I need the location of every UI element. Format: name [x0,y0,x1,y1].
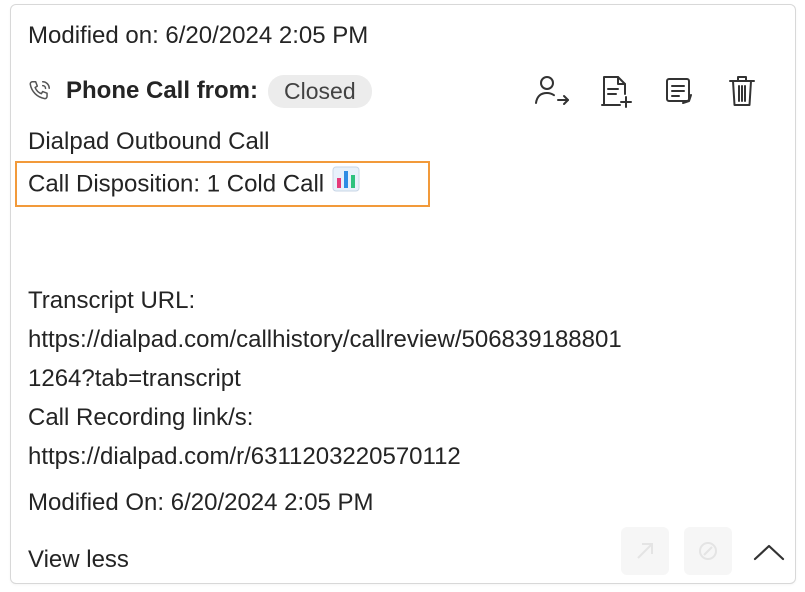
faded-action-button-1[interactable] [621,527,669,575]
add-note-button[interactable] [594,69,638,113]
delete-button[interactable] [720,69,764,113]
modified-on-top: Modified on: 6/20/2024 2:05 PM [28,22,369,49]
phone-call-icon [26,77,54,105]
delete-icon [729,76,755,106]
open-record-button[interactable] [657,69,701,113]
collapse-button[interactable] [749,532,789,572]
transcript-label: Transcript URL: [28,287,196,314]
activity-subject: Dialpad Outbound Call [28,128,270,155]
activity-header: Phone Call from: Closed [26,73,372,109]
recording-url: https://dialpad.com/r/6311203220570112 [28,443,461,470]
transcript-url-line1: https://dialpad.com/callhistory/callrevi… [28,326,622,353]
open-record-icon [666,78,692,104]
add-note-icon [601,76,632,108]
status-badge: Closed [268,74,372,108]
chevron-up-icon [753,544,785,561]
call-disposition: Call Disposition: 1 Cold Call [28,166,360,202]
activity-title: Phone Call from: [66,77,259,104]
transcript-url-line2: 1264?tab=transcript [28,365,241,392]
faded-action-button-2[interactable] [684,527,732,575]
assign-user-icon [535,76,569,105]
view-less-link[interactable]: View less [28,545,129,575]
activity-card: Modified on: 6/20/2024 2:05 PM Phone Cal… [10,4,796,584]
activity-actions [531,69,783,113]
assign-button[interactable] [531,69,575,113]
call-disposition-text: Call Disposition: 1 Cold Call [28,170,325,198]
bar-chart-emoji-icon [332,166,360,200]
recording-label: Call Recording link/s: [28,404,254,431]
modified-on-bottom: Modified On: 6/20/2024 2:05 PM [28,489,374,516]
